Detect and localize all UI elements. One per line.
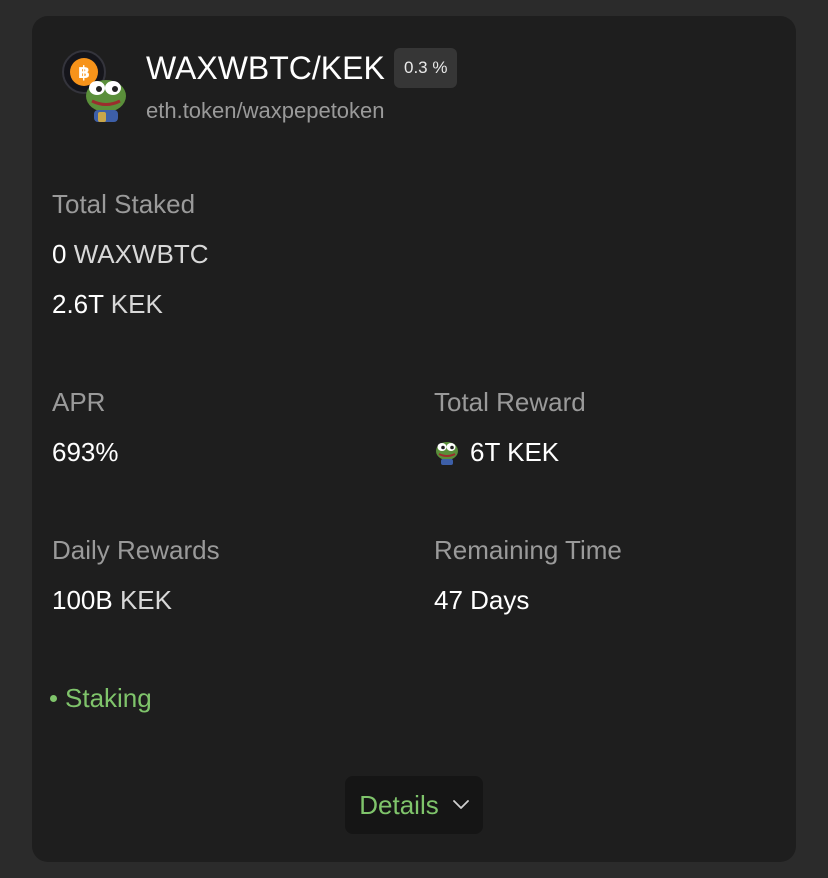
total-reward-symbol: KEK <box>507 437 560 467</box>
remaining-time-label: Remaining Time <box>434 535 622 565</box>
remaining-time-value: 47 Days <box>434 585 530 615</box>
pepe-frog-icon <box>436 442 458 465</box>
daily-rewards-symbol: KEK <box>119 585 172 615</box>
status-badge: Staking <box>50 683 152 713</box>
daily-rewards-value: 100B KEK <box>52 585 172 615</box>
staked-token-b-amount: 2.6T <box>52 289 104 319</box>
staked-token-a: 0 WAXWBTC <box>52 239 209 269</box>
fee-badge: 0.3 % <box>394 48 458 88</box>
pair-name: WAXWBTC/KEK <box>146 50 385 86</box>
daily-rewards-amount: 100B <box>52 585 113 615</box>
staked-token-a-symbol: WAXWBTC <box>73 239 209 269</box>
apr-value: 693% <box>52 437 119 467</box>
total-reward-value: 6T KEK <box>434 437 559 467</box>
pepe-frog-icon <box>86 80 126 122</box>
details-button-label: Details <box>359 790 439 820</box>
chevron-down-icon <box>452 800 469 809</box>
details-button[interactable]: Details <box>345 776 483 834</box>
staked-token-b-symbol: KEK <box>110 289 163 319</box>
contract-address: eth.token/waxpepetoken <box>146 98 385 123</box>
pool-card: ฿ WAXWBTC/KEK 0.3 % eth.token/waxpepetok… <box>32 16 796 862</box>
staked-token-b: 2.6T KEK <box>52 289 163 319</box>
total-reward-label: Total Reward <box>434 387 586 417</box>
daily-rewards-label: Daily Rewards <box>52 535 220 565</box>
staked-token-a-amount: 0 <box>52 239 67 269</box>
total-staked-label: Total Staked <box>52 189 196 219</box>
total-reward-amount: 6T <box>470 437 500 467</box>
status-label: Staking <box>65 683 152 713</box>
apr-label: APR <box>52 387 106 417</box>
pair-icons: ฿ <box>62 50 132 124</box>
status-dot-icon <box>50 694 57 702</box>
